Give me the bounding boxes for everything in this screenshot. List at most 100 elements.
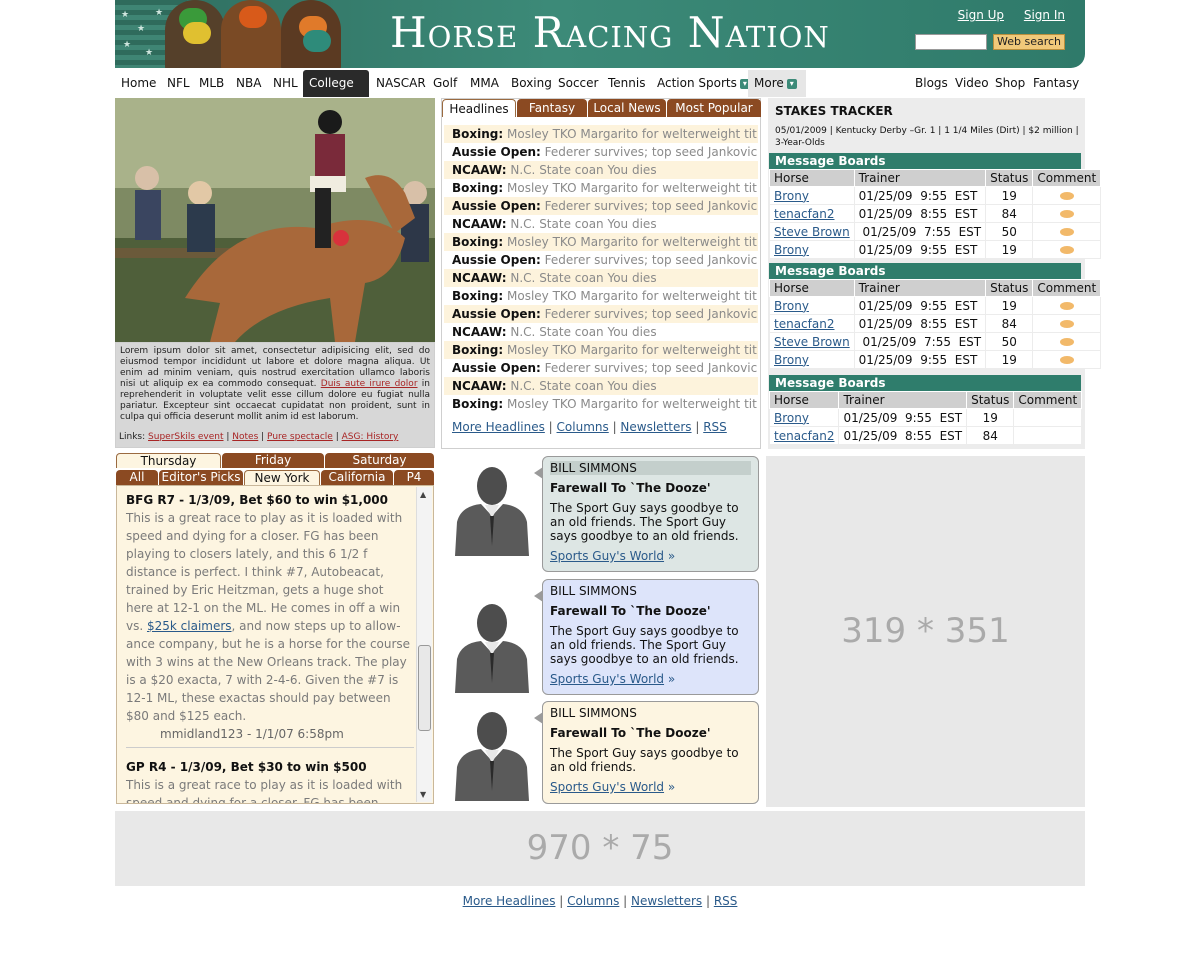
tab-local-news[interactable]: Local News bbox=[588, 99, 666, 117]
column-header[interactable]: Horse bbox=[769, 169, 855, 187]
headline-item[interactable]: Boxing: Mosley TKO Margarito for welterw… bbox=[444, 125, 758, 143]
nav-mma[interactable]: MMA bbox=[464, 70, 505, 97]
nav-more[interactable]: More ▾ bbox=[748, 70, 806, 97]
horse-link[interactable]: tenacfan2 bbox=[774, 317, 834, 331]
nav-golf[interactable]: Golf bbox=[427, 70, 463, 97]
scroll-down-icon[interactable]: ▼ bbox=[420, 790, 426, 799]
column-header[interactable]: Trainer bbox=[853, 279, 987, 297]
headline-item[interactable]: Boxing: Mosley TKO Margarito for welterw… bbox=[444, 179, 758, 197]
comment-cell[interactable] bbox=[1032, 350, 1102, 369]
sign-in-link[interactable]: Sign In bbox=[1024, 8, 1065, 22]
horse-link[interactable]: Brony bbox=[774, 353, 809, 367]
column-header[interactable]: Status bbox=[966, 391, 1015, 409]
photo-link-pure-spectacle[interactable]: Pure spectacle bbox=[267, 432, 333, 442]
nav-mlb[interactable]: MLB bbox=[193, 70, 230, 97]
headline-item[interactable]: NCAAW: N.C. State coan You dies bbox=[444, 323, 758, 341]
headline-item[interactable]: Boxing: Mosley TKO Margarito for welterw… bbox=[444, 287, 758, 305]
pick-title[interactable]: GP R4 - 1/3/09, Bet $30 to win $500 bbox=[126, 758, 414, 776]
headline-item[interactable]: NCAAW: N.C. State coan You dies bbox=[444, 269, 758, 287]
tab-saturday[interactable]: Saturday bbox=[325, 453, 434, 468]
headline-item[interactable]: Boxing: Mosley TKO Margarito for welterw… bbox=[444, 233, 758, 251]
footer-columns-link[interactable]: Columns bbox=[567, 894, 619, 908]
column-header[interactable]: Trainer bbox=[838, 391, 968, 409]
scroll-thumb[interactable] bbox=[418, 645, 431, 731]
horse-link[interactable]: Steve Brown bbox=[774, 335, 850, 349]
nav-action-sports[interactable]: Action Sports ▾ bbox=[651, 70, 756, 97]
web-search-button[interactable]: Web search bbox=[993, 34, 1065, 50]
horse-link[interactable]: tenacfan2 bbox=[774, 207, 834, 221]
pick-body-link[interactable]: $25k claimers bbox=[147, 619, 232, 633]
nav-blogs[interactable]: Blogs bbox=[909, 70, 954, 97]
column-header[interactable]: Status bbox=[985, 169, 1034, 187]
photo-link-asg-history[interactable]: ASG: History bbox=[342, 432, 399, 442]
headline-item[interactable]: Aussie Open: Federer survives; top seed … bbox=[444, 143, 758, 161]
tab-thursday[interactable]: Thursday bbox=[116, 453, 221, 468]
column-header[interactable]: Horse bbox=[768, 391, 840, 409]
rss-link[interactable]: RSS bbox=[703, 420, 727, 434]
search-input[interactable] bbox=[915, 34, 987, 50]
newsletters-link[interactable]: Newsletters bbox=[620, 420, 691, 434]
horse-link[interactable]: Brony bbox=[774, 189, 809, 203]
nav-nfl[interactable]: NFL bbox=[161, 70, 196, 97]
comment-bubble-icon[interactable] bbox=[1059, 301, 1074, 310]
comment-cell[interactable] bbox=[1032, 186, 1102, 205]
footer-rss-link[interactable]: RSS bbox=[714, 894, 738, 908]
nav-college[interactable]: College▾ bbox=[303, 70, 369, 116]
footer-newsletters-link[interactable]: Newsletters bbox=[631, 894, 702, 908]
tab-california[interactable]: California bbox=[321, 470, 393, 485]
comment-bubble-icon[interactable] bbox=[1059, 245, 1074, 254]
column-header[interactable]: Status bbox=[985, 279, 1034, 297]
sign-up-link[interactable]: Sign Up bbox=[958, 8, 1004, 22]
horse-link[interactable]: Brony bbox=[774, 243, 809, 257]
comment-cell[interactable] bbox=[1032, 222, 1102, 241]
nav-soccer[interactable]: Soccer bbox=[552, 70, 604, 97]
tab-p4[interactable]: P4 bbox=[394, 470, 434, 485]
column-header[interactable]: Comment bbox=[1013, 391, 1083, 409]
site-logo[interactable]: Horse Racing Nation bbox=[390, 8, 830, 57]
nav-nascar[interactable]: NASCAR bbox=[370, 70, 432, 97]
columnist-link[interactable]: Sports Guy's World bbox=[550, 780, 664, 794]
tab-headlines[interactable]: Headlines bbox=[442, 99, 516, 117]
headline-item[interactable]: NCAAW: N.C. State coan You dies bbox=[444, 161, 758, 179]
nav-home[interactable]: Home bbox=[115, 70, 162, 97]
tab-fantasy[interactable]: Fantasy bbox=[517, 99, 587, 117]
pick-title[interactable]: BFG R7 - 1/3/09, Bet $60 to win $1,000 bbox=[126, 491, 414, 509]
columns-link[interactable]: Columns bbox=[557, 420, 609, 434]
comment-cell[interactable] bbox=[1032, 296, 1102, 315]
nav-nba[interactable]: NBA bbox=[230, 70, 267, 97]
columnist-headline[interactable]: Farewall To `The Dooze' bbox=[550, 481, 751, 495]
nav-shop[interactable]: Shop bbox=[989, 70, 1031, 97]
columnist-link[interactable]: Sports Guy's World bbox=[550, 672, 664, 686]
picks-scrollbar[interactable]: ▲ ▼ bbox=[416, 487, 432, 802]
comment-bubble-icon[interactable] bbox=[1059, 191, 1074, 200]
horse-link[interactable]: Brony bbox=[774, 299, 809, 313]
nav-boxing[interactable]: Boxing bbox=[505, 70, 558, 97]
column-header[interactable]: Trainer bbox=[853, 169, 987, 187]
nav-fantasy[interactable]: Fantasy bbox=[1027, 70, 1085, 97]
horse-link[interactable]: Steve Brown bbox=[774, 225, 850, 239]
comment-bubble-icon[interactable] bbox=[1059, 227, 1074, 236]
headline-item[interactable]: Aussie Open: Federer survives; top seed … bbox=[444, 197, 758, 215]
tab-new-york[interactable]: New York bbox=[244, 470, 320, 485]
photo-caption-link[interactable]: Duis aute irure dolor bbox=[321, 379, 418, 389]
nav-tennis[interactable]: Tennis bbox=[602, 70, 651, 97]
column-header[interactable]: Comment bbox=[1032, 169, 1102, 187]
headline-item[interactable]: Aussie Open: Federer survives; top seed … bbox=[444, 305, 758, 323]
headline-item[interactable]: Boxing: Mosley TKO Margarito for welterw… bbox=[444, 395, 758, 413]
columnist-headline[interactable]: Farewall To `The Dooze' bbox=[550, 726, 751, 740]
headline-item[interactable]: Aussie Open: Federer survives; top seed … bbox=[444, 251, 758, 269]
footer-more-headlines-link[interactable]: More Headlines bbox=[463, 894, 556, 908]
nav-nhl[interactable]: NHL bbox=[267, 70, 304, 97]
horse-link[interactable]: tenacfan2 bbox=[774, 429, 834, 443]
comment-bubble-icon[interactable] bbox=[1059, 319, 1074, 328]
horse-link[interactable]: Brony bbox=[774, 411, 809, 425]
photo-link-notes[interactable]: Notes bbox=[232, 432, 258, 442]
scroll-up-icon[interactable]: ▲ bbox=[420, 490, 426, 499]
tab-editors-picks[interactable]: Editor's Picks bbox=[159, 470, 243, 485]
headline-item[interactable]: NCAAW: N.C. State coan You dies bbox=[444, 215, 758, 233]
more-headlines-link[interactable]: More Headlines bbox=[452, 420, 545, 434]
comment-bubble-icon[interactable] bbox=[1059, 337, 1074, 346]
photo-link-superskils[interactable]: SuperSkils event bbox=[148, 432, 223, 442]
comment-bubble-icon[interactable] bbox=[1059, 209, 1074, 218]
columnist-headline[interactable]: Farewall To `The Dooze' bbox=[550, 604, 751, 618]
